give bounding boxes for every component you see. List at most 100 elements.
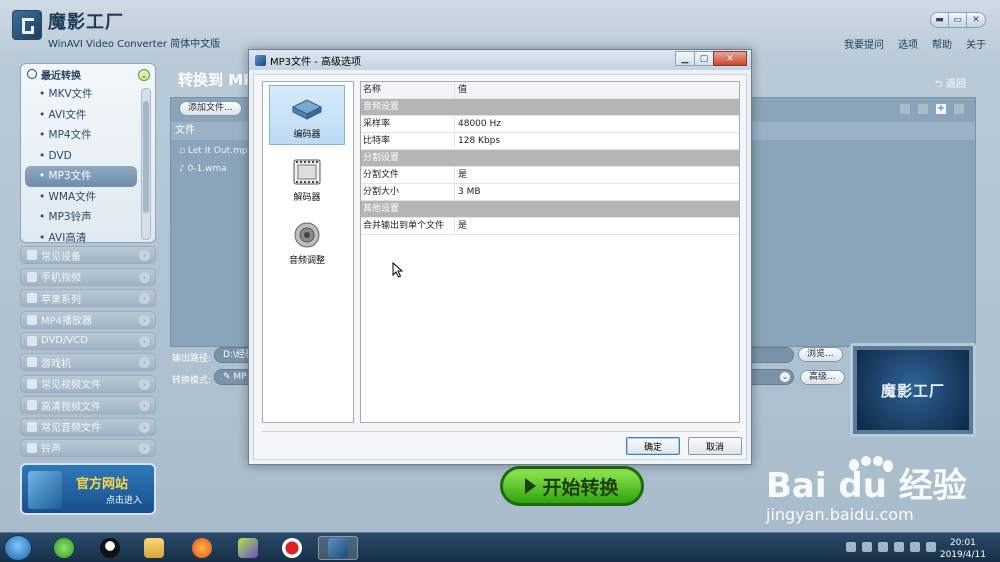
- minimize-icon[interactable]: ▬: [931, 13, 949, 27]
- taskbar-explorer-icon[interactable]: [134, 536, 174, 560]
- taskbar-browser-icon[interactable]: [44, 536, 84, 560]
- property-row[interactable]: 采样率 48000 Hz: [361, 116, 739, 133]
- clock[interactable]: 20:01 2019/4/11: [940, 537, 986, 561]
- page-title: 转换到 MP: [178, 71, 255, 89]
- minimize-icon[interactable]: ▁: [675, 51, 695, 66]
- preview-window: 魔影工厂: [850, 343, 976, 437]
- start-convert-button[interactable]: 开始转换: [500, 466, 644, 506]
- add-files-button[interactable]: 添加文件...: [179, 101, 242, 116]
- recent-header[interactable]: 最近转换 ⌄: [21, 64, 155, 84]
- file-item[interactable]: ♪ 0-1.wma: [179, 164, 227, 174]
- category-common-video[interactable]: 常见视频文件 ›: [20, 374, 156, 393]
- app-icon: [255, 54, 266, 66]
- category-phone-video[interactable]: 手机视频 ›: [20, 267, 156, 286]
- brand: 魔影工厂 WinAVI Video Converter 简体中文版: [48, 8, 220, 50]
- browse-button[interactable]: 浏览...: [798, 347, 843, 362]
- chevron-right-icon: ›: [139, 400, 150, 412]
- system-tray: [846, 542, 936, 552]
- taskbar-video-icon[interactable]: [228, 536, 268, 560]
- sidebar: 最近转换 ⌄ • MKV文件 • AVI文件 • MP4文件 • DVD • M…: [20, 63, 156, 515]
- category-mp4-player[interactable]: MP4播放器 ›: [20, 310, 156, 329]
- recent-scrollbar[interactable]: [141, 88, 151, 240]
- category-devices[interactable]: 常见设备 ›: [20, 246, 156, 265]
- settings-icon[interactable]: [953, 103, 965, 115]
- advanced-options-dialog: MP3文件 - 高级选项 ▁ ▢ ✕ 编码器 解码器 音频调整 名称值 音频设置: [248, 49, 752, 465]
- maximize-icon[interactable]: ▭: [949, 13, 967, 27]
- official-site-enter: 点击进入: [106, 495, 143, 506]
- mode-label: 转换模式:: [172, 376, 212, 386]
- recent-item-mp3-ringtone[interactable]: • MP3铃声: [25, 207, 137, 228]
- volume-icon[interactable]: [910, 542, 920, 552]
- clock-date: 2019/4/11: [939, 550, 986, 560]
- add-icon[interactable]: +: [935, 103, 947, 115]
- back-button[interactable]: ⮌ 返回: [935, 75, 966, 94]
- remove-icon[interactable]: [899, 103, 911, 115]
- recent-item-avi-hd[interactable]: • AVI高清: [25, 228, 137, 249]
- menu-ask[interactable]: 我要提问: [844, 36, 884, 51]
- chevron-right-icon: ›: [139, 357, 150, 369]
- ok-button[interactable]: 确定: [626, 437, 680, 455]
- keyboard-icon[interactable]: [846, 542, 856, 552]
- recent-item-mp4[interactable]: • MP4文件: [25, 125, 137, 146]
- property-row[interactable]: 分割大小 3 MB: [361, 184, 739, 201]
- video-icon: [27, 378, 37, 389]
- chevron-right-icon: ›: [139, 293, 150, 305]
- recent-item-wma[interactable]: • WMA文件: [25, 187, 137, 208]
- tab-encoder[interactable]: 编码器: [269, 85, 345, 145]
- category-common-audio[interactable]: 常见音频文件 ›: [20, 417, 156, 436]
- taskbar-qq-icon[interactable]: [90, 536, 130, 560]
- chevron-down-icon[interactable]: ⌄: [779, 371, 791, 383]
- clock-icon: [27, 69, 37, 79]
- file-item[interactable]: ▫ Let It Out.mp: [179, 146, 247, 156]
- close-icon[interactable]: ✕: [967, 13, 985, 27]
- arrow-up-icon[interactable]: [862, 542, 872, 552]
- recent-item-mkv[interactable]: • MKV文件: [25, 84, 137, 105]
- gamepad-icon: [27, 357, 37, 368]
- official-site-banner[interactable]: 官方网站 点击进入: [20, 462, 156, 515]
- collapse-icon[interactable]: ⌄: [138, 69, 150, 81]
- property-header: 名称值: [361, 82, 739, 99]
- flag-icon[interactable]: [878, 542, 888, 552]
- chevron-right-icon: ›: [139, 421, 150, 433]
- tab-decoder[interactable]: 解码器: [269, 148, 345, 208]
- menu-options[interactable]: 选项: [898, 36, 918, 51]
- property-row[interactable]: 分割文件是: [361, 167, 739, 184]
- menu-about[interactable]: 关于: [966, 36, 986, 51]
- advanced-button[interactable]: 高级...: [800, 370, 845, 385]
- recent-item-dvd[interactable]: • DVD: [25, 146, 137, 167]
- taskbar-record-icon[interactable]: [272, 536, 312, 560]
- category-hd-video[interactable]: 高清视频文件 ›: [20, 396, 156, 415]
- taskbar-firefox-icon[interactable]: [182, 536, 222, 560]
- maximize-icon[interactable]: ▢: [694, 51, 714, 66]
- bell-icon: [27, 442, 37, 453]
- recent-item-avi[interactable]: • AVI文件: [25, 105, 137, 126]
- taskbar-winavi-icon[interactable]: [318, 536, 358, 560]
- dialog-body: 编码器 解码器 音频调整 名称值 音频设置 采样率 48000 Hz 比特率 128…: [253, 74, 747, 460]
- category-ringtone[interactable]: 铃声 ›: [20, 438, 156, 457]
- dialog-tab-list: 编码器 解码器 音频调整: [262, 81, 354, 423]
- taskbar: 20:01 2019/4/11: [0, 532, 1000, 562]
- dialog-titlebar[interactable]: MP3文件 - 高级选项 ▁ ▢ ✕: [249, 50, 751, 70]
- network-icon[interactable]: [894, 542, 904, 552]
- language-icon[interactable]: [926, 542, 936, 552]
- recent-item-mp3[interactable]: • MP3文件: [25, 166, 137, 187]
- encoder-icon: [291, 99, 323, 120]
- property-row[interactable]: 比特率 128 Kbps: [361, 133, 739, 150]
- play-icon: [525, 478, 537, 494]
- close-icon[interactable]: ✕: [713, 51, 747, 66]
- official-site-icon: [28, 470, 62, 509]
- start-orb-icon[interactable]: [4, 535, 32, 561]
- clear-icon[interactable]: [917, 103, 929, 115]
- start-convert-label: 开始转换: [542, 476, 619, 499]
- property-row[interactable]: 合并输出到单个文件是: [361, 218, 739, 235]
- scroll-thumb[interactable]: [143, 101, 149, 213]
- phone-icon: [27, 271, 37, 282]
- category-apple[interactable]: 苹果系列 ›: [20, 289, 156, 308]
- category-game-console[interactable]: 游戏机 ›: [20, 353, 156, 372]
- category-dvd-vcd[interactable]: DVD/VCD ›: [20, 331, 156, 350]
- menu-help[interactable]: 帮助: [932, 36, 952, 51]
- output-path-label: 输出路径:: [172, 354, 212, 364]
- chevron-right-icon: ›: [139, 378, 150, 390]
- tab-audio-adjust[interactable]: 音频调整: [269, 211, 345, 271]
- cancel-button[interactable]: 取消: [688, 437, 742, 455]
